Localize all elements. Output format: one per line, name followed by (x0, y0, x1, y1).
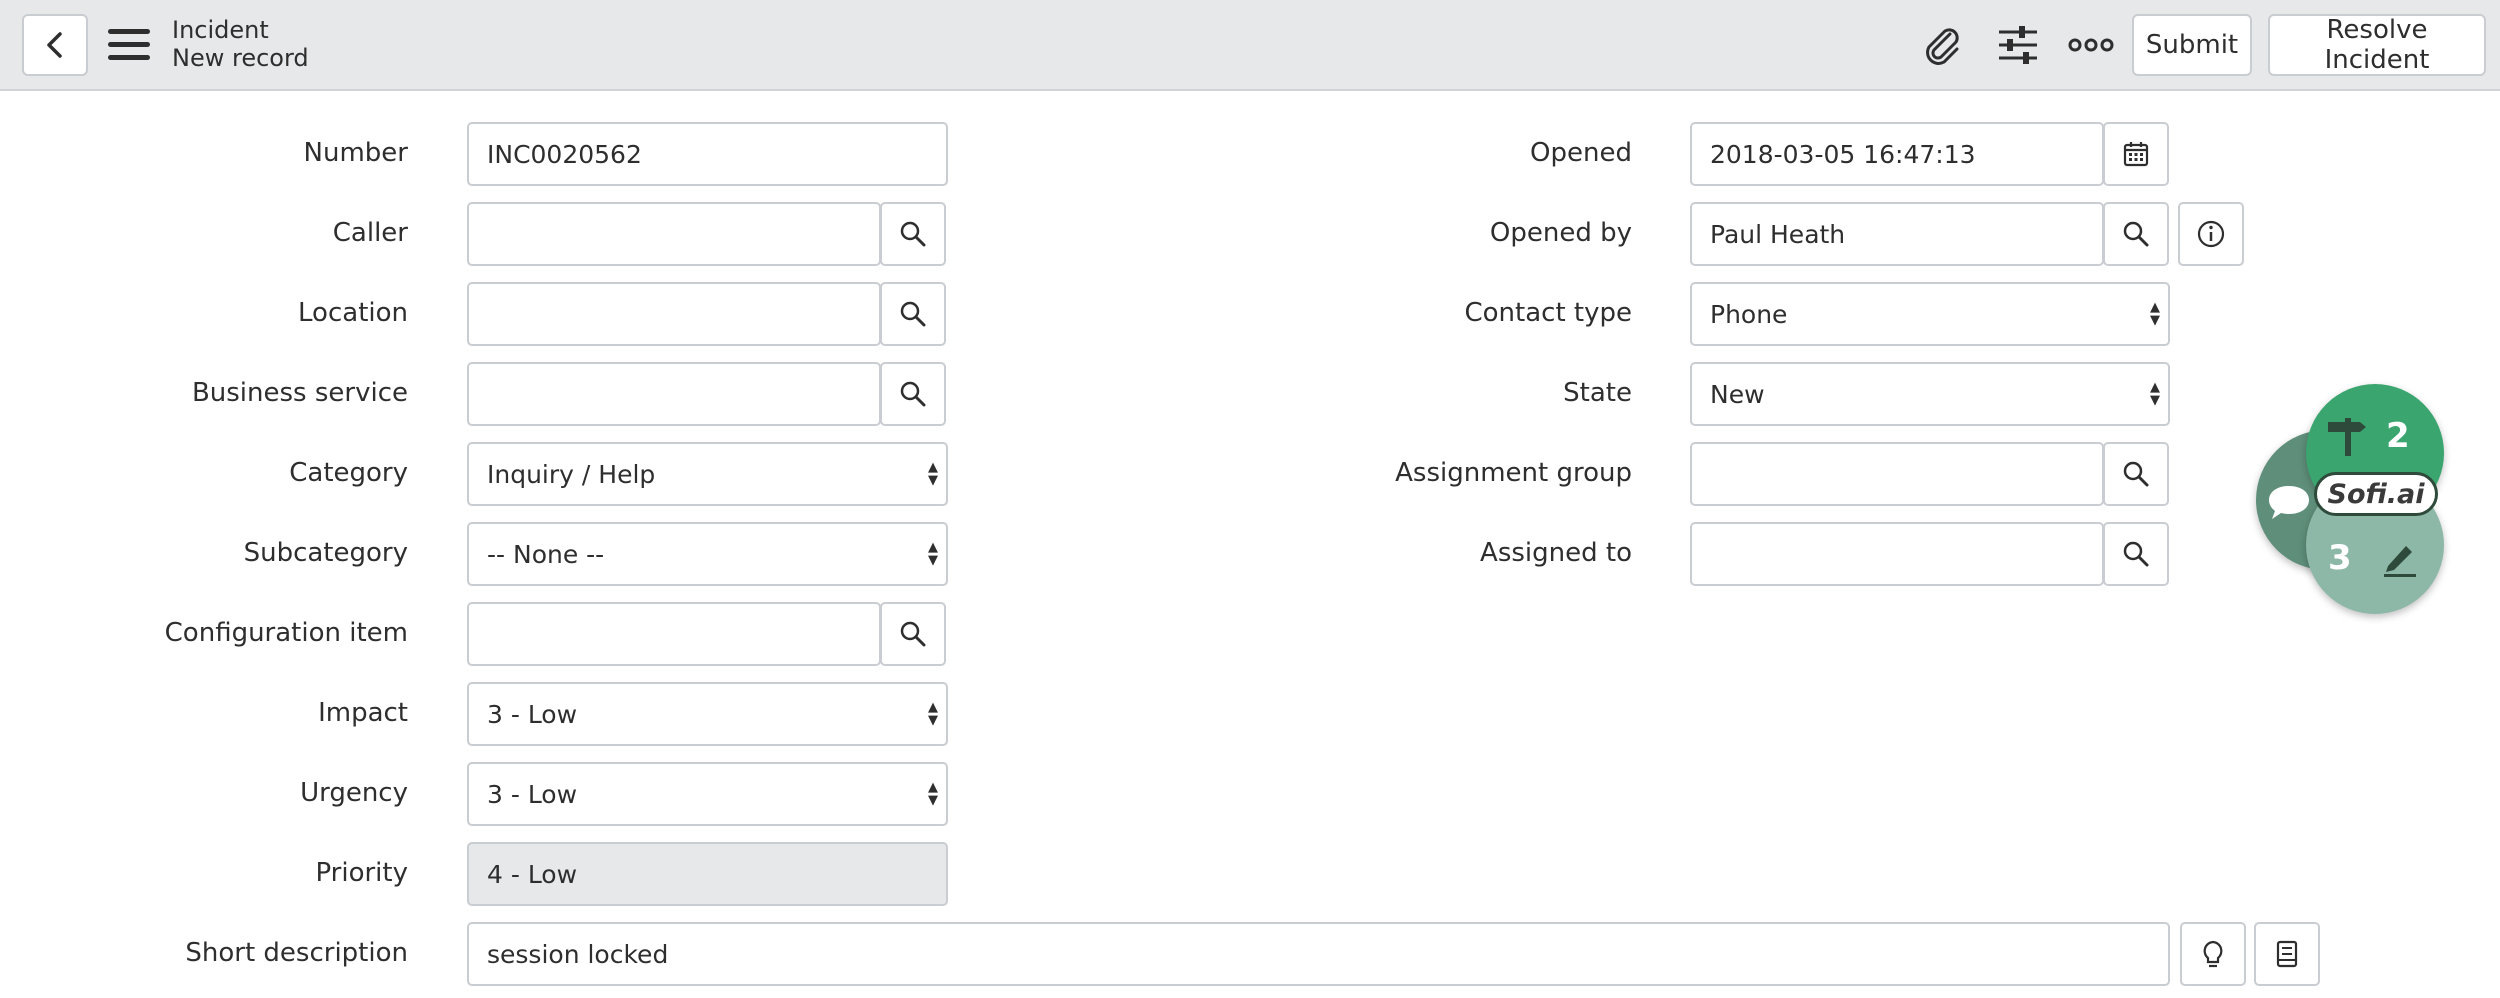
category-select[interactable]: Inquiry / Help ▲ ▼ (467, 442, 948, 506)
sofi-bottom-count: 3 (2328, 538, 2352, 578)
lightbulb-icon (2203, 940, 2223, 968)
opened-label: Opened (1530, 138, 1632, 168)
business-service-field[interactable] (467, 362, 881, 426)
assignment-group-label: Assignment group (1395, 458, 1632, 488)
assignment-group-lookup-button[interactable] (2103, 442, 2169, 506)
record-subtitle: New record (172, 44, 309, 72)
search-icon (2123, 541, 2149, 567)
select-arrows-icon: ▲ ▼ (928, 460, 938, 488)
location-label: Location (298, 298, 408, 328)
impact-select[interactable]: 3 - Low ▲ ▼ (467, 682, 948, 746)
number-field[interactable]: INC0020562 (467, 122, 948, 186)
opened-by-label: Opened by (1489, 218, 1632, 248)
impact-label: Impact (318, 698, 408, 728)
category-label: Category (289, 458, 408, 488)
attachment-icon[interactable] (1920, 22, 1966, 68)
calendar-icon (2123, 142, 2149, 167)
subcategory-label: Subcategory (243, 538, 408, 568)
location-field[interactable] (467, 282, 881, 346)
suggestion-button[interactable] (2180, 922, 2246, 986)
sofi-top-count: 2 (2386, 416, 2410, 456)
signpost-icon (2328, 418, 2366, 456)
search-icon (2123, 461, 2149, 487)
short-description-field[interactable]: session locked (467, 922, 2170, 986)
search-icon (900, 221, 926, 247)
assigned-to-lookup-button[interactable] (2103, 522, 2169, 586)
select-arrows-icon: ▲ ▼ (928, 700, 938, 728)
opened-by-info-button[interactable] (2178, 202, 2244, 266)
impact-value: 3 - Low (487, 699, 578, 729)
state-select[interactable]: New ▲ ▼ (1690, 362, 2170, 426)
record-type-title: Incident (172, 16, 269, 44)
state-value: New (1710, 379, 1765, 409)
urgency-select[interactable]: 3 - Low ▲ ▼ (467, 762, 948, 826)
configuration-item-field[interactable] (467, 602, 881, 666)
contact-type-label: Contact type (1464, 298, 1632, 328)
category-value: Inquiry / Help (487, 459, 656, 489)
search-icon (900, 381, 926, 407)
info-icon (2197, 220, 2225, 248)
more-options-icon[interactable] (2068, 22, 2114, 68)
menu-icon[interactable] (108, 26, 150, 64)
book-icon (2276, 940, 2298, 968)
opened-by-field[interactable]: Paul Heath (1690, 202, 2104, 266)
urgency-label: Urgency (300, 778, 408, 808)
pen-icon (2384, 546, 2416, 577)
configuration-item-lookup-button[interactable] (880, 602, 946, 666)
short-description-label: Short description (185, 938, 408, 968)
back-icon (47, 32, 62, 58)
sofi-brand-label: Sofi.ai (2314, 472, 2438, 516)
contact-type-select[interactable]: Phone ▲ ▼ (1690, 282, 2170, 346)
state-label: State (1563, 378, 1632, 408)
contact-type-value: Phone (1710, 299, 1788, 329)
select-arrows-icon: ▲ ▼ (928, 780, 938, 808)
search-icon (2123, 221, 2149, 247)
caller-label: Caller (332, 218, 408, 248)
priority-label: Priority (315, 858, 408, 888)
opened-by-lookup-button[interactable] (2103, 202, 2169, 266)
search-icon (900, 621, 926, 647)
knowledge-search-button[interactable] (2254, 922, 2320, 986)
sofi-widget[interactable]: 2 3 Sofi.ai (2250, 380, 2450, 620)
opened-field[interactable]: 2018-03-05 16:47:13 (1690, 122, 2104, 186)
business-service-label: Business service (191, 378, 408, 408)
form-header: Incident New record Submit Resolve Incid… (0, 0, 2500, 91)
submit-button[interactable]: Submit (2132, 14, 2252, 76)
assigned-to-field[interactable] (1690, 522, 2104, 586)
assigned-to-label: Assigned to (1480, 538, 1632, 568)
settings-sliders-icon[interactable] (1995, 22, 2041, 68)
urgency-value: 3 - Low (487, 779, 578, 809)
back-button[interactable] (22, 14, 88, 76)
resolve-incident-button[interactable]: Resolve Incident (2268, 14, 2486, 76)
subcategory-value: -- None -- (487, 539, 605, 569)
subcategory-select[interactable]: -- None -- ▲ ▼ (467, 522, 948, 586)
location-lookup-button[interactable] (880, 282, 946, 346)
caller-lookup-button[interactable] (880, 202, 946, 266)
number-label: Number (303, 138, 408, 168)
assignment-group-field[interactable] (1690, 442, 2104, 506)
select-arrows-icon: ▲ ▼ (2150, 300, 2160, 328)
select-arrows-icon: ▲ ▼ (2150, 380, 2160, 408)
opened-calendar-button[interactable] (2103, 122, 2169, 186)
business-service-lookup-button[interactable] (880, 362, 946, 426)
priority-field: 4 - Low (467, 842, 948, 906)
chat-icon (2269, 486, 2309, 519)
caller-field[interactable] (467, 202, 881, 266)
select-arrows-icon: ▲ ▼ (928, 540, 938, 568)
configuration-item-label: Configuration item (164, 618, 408, 648)
search-icon (900, 301, 926, 327)
